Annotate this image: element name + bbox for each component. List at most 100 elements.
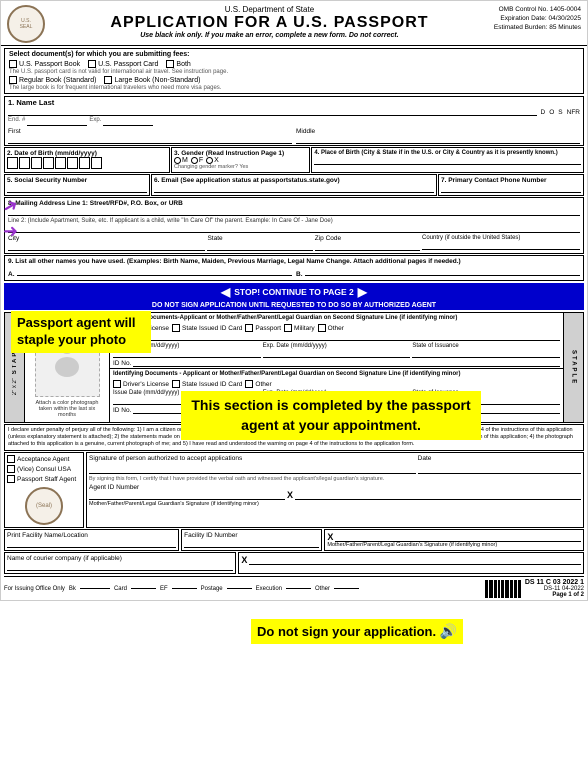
state-issuance-input[interactable]: [412, 349, 560, 358]
large-book-option[interactable]: Large Book (Non-Standard): [104, 76, 200, 84]
country-input[interactable]: [422, 241, 580, 250]
doc-options-row: U.S. Passport Book U.S. Passport Card Bo…: [9, 60, 579, 68]
passport-id-checkbox[interactable]: [245, 324, 253, 332]
gender-x[interactable]: X: [206, 157, 219, 164]
guardian-sig-input[interactable]: [335, 533, 581, 542]
end-input[interactable]: [27, 117, 87, 126]
other-option[interactable]: Other: [318, 324, 344, 332]
bk-label: Bk: [69, 586, 76, 592]
state-id-label-2: State Issued ID Card: [182, 381, 242, 388]
passport-id-option[interactable]: Passport: [245, 324, 281, 332]
other-names-a-input[interactable]: [17, 267, 293, 276]
mailing-line2-input[interactable]: [8, 224, 580, 233]
facility-id-input[interactable]: [184, 539, 319, 548]
agent-id-input[interactable]: [89, 491, 285, 500]
passport-book-checkbox[interactable]: [9, 60, 17, 68]
city-input[interactable]: [8, 242, 205, 251]
dob-m1[interactable]: [7, 157, 18, 169]
end-label: End. #: [8, 117, 25, 126]
ef-input[interactable]: [172, 588, 197, 589]
mailing-line1-input[interactable]: [8, 207, 580, 216]
regular-book-option[interactable]: Regular Book (Standard): [9, 76, 96, 84]
date-col: Date: [418, 455, 581, 474]
gender-f[interactable]: F: [191, 157, 203, 164]
acceptance-agent-option[interactable]: Acceptance Agent: [7, 455, 81, 463]
passport-book-option[interactable]: U.S. Passport Book: [9, 60, 80, 68]
other-checkbox[interactable]: [318, 324, 326, 332]
passport-staff-option[interactable]: Passport Staff Agent: [7, 475, 81, 483]
gender-m-radio[interactable]: [174, 157, 181, 164]
passport-card-option[interactable]: U.S. Passport Card: [88, 60, 158, 68]
exp-date-input[interactable]: [263, 349, 411, 358]
burden: Estimated Burden: 85 Minutes: [494, 23, 581, 32]
passport-id-label: Passport: [255, 325, 281, 332]
consulate-option[interactable]: (Vice) Consul USA: [7, 465, 81, 473]
passport-staff-checkbox[interactable]: [7, 475, 15, 483]
drivers-license-option-2[interactable]: Driver's License: [113, 380, 169, 388]
other-checkbox-2[interactable]: [245, 380, 253, 388]
acceptance-agent-checkbox[interactable]: [7, 455, 15, 463]
regular-book-label: Regular Book (Standard): [19, 77, 96, 84]
state-id-label: State Issued ID Card: [182, 325, 242, 332]
other-footer-input[interactable]: [334, 588, 359, 589]
courier-input[interactable]: [7, 562, 233, 571]
bk-input[interactable]: [80, 588, 110, 589]
id-number-row: ID No.: [110, 359, 563, 368]
exp-input[interactable]: [103, 117, 153, 126]
dob-m2[interactable]: [19, 157, 30, 169]
place-birth-input[interactable]: [314, 156, 581, 165]
dob-y2[interactable]: [67, 157, 78, 169]
both-option[interactable]: Both: [166, 60, 190, 68]
phone-input[interactable]: [441, 184, 581, 193]
changing-note: Changing gender marker? Yes: [174, 164, 307, 170]
both-checkbox[interactable]: [166, 60, 174, 68]
ssn-input[interactable]: [7, 184, 147, 193]
dob-d2[interactable]: [43, 157, 54, 169]
zip-input[interactable]: [315, 242, 420, 251]
middle-name-input[interactable]: [296, 135, 580, 144]
guardian-sig2-input[interactable]: [249, 556, 581, 565]
acceptance-agent-label: Acceptance Agent: [17, 456, 69, 463]
card-input[interactable]: [131, 588, 156, 589]
sig-authorized-input[interactable]: [89, 462, 416, 474]
dob-y1[interactable]: [55, 157, 66, 169]
id-state-col: State of Issuance: [412, 343, 560, 358]
state-id-option[interactable]: State Issued ID Card: [172, 324, 242, 332]
x-mark-2: X: [327, 532, 333, 542]
date-input[interactable]: [418, 462, 581, 474]
gender-m[interactable]: M: [174, 157, 188, 164]
state-id-checkbox-2[interactable]: [172, 380, 180, 388]
military-checkbox[interactable]: [284, 324, 292, 332]
mother-sig-input[interactable]: [295, 491, 581, 500]
stop-banner: ◀ STOP! CONTINUE TO PAGE 2 ▶: [4, 283, 584, 301]
drivers-license-checkbox-2[interactable]: [113, 380, 121, 388]
state-input[interactable]: [207, 242, 312, 251]
mailing-label: 8. Mailing Address Line 1: Street/RFD#, …: [8, 200, 580, 207]
name-section-number: 1. Name Last: [8, 98, 54, 107]
dob-y3[interactable]: [79, 157, 90, 169]
military-option[interactable]: Military: [284, 324, 315, 332]
id-number-input[interactable]: [133, 360, 560, 367]
facility-id-col: Facility ID Number: [181, 529, 322, 551]
consulate-checkbox[interactable]: [7, 465, 15, 473]
email-input[interactable]: [154, 184, 434, 193]
last-name-input[interactable]: [8, 107, 537, 116]
gender-f-radio[interactable]: [191, 157, 198, 164]
dob-d1[interactable]: [31, 157, 42, 169]
facility-name-input[interactable]: [7, 539, 176, 548]
other-names-b-input[interactable]: [305, 267, 581, 276]
gender-x-radio[interactable]: [206, 157, 213, 164]
ds-number: DS 11 C 03 2022 1: [525, 579, 584, 586]
execution-input[interactable]: [286, 588, 311, 589]
regular-book-checkbox[interactable]: [9, 76, 17, 84]
id-name-input[interactable]: [132, 334, 560, 341]
other-option-2[interactable]: Other: [245, 380, 271, 388]
state-id-option-2[interactable]: State Issued ID Card: [172, 380, 242, 388]
state-id-checkbox[interactable]: [172, 324, 180, 332]
postage-input[interactable]: [227, 588, 252, 589]
first-name-input[interactable]: [8, 135, 292, 144]
passport-card-checkbox[interactable]: [88, 60, 96, 68]
dob-y4[interactable]: [91, 157, 102, 169]
omb-control: OMB Control No. 1405-0004: [494, 5, 581, 14]
large-book-checkbox[interactable]: [104, 76, 112, 84]
